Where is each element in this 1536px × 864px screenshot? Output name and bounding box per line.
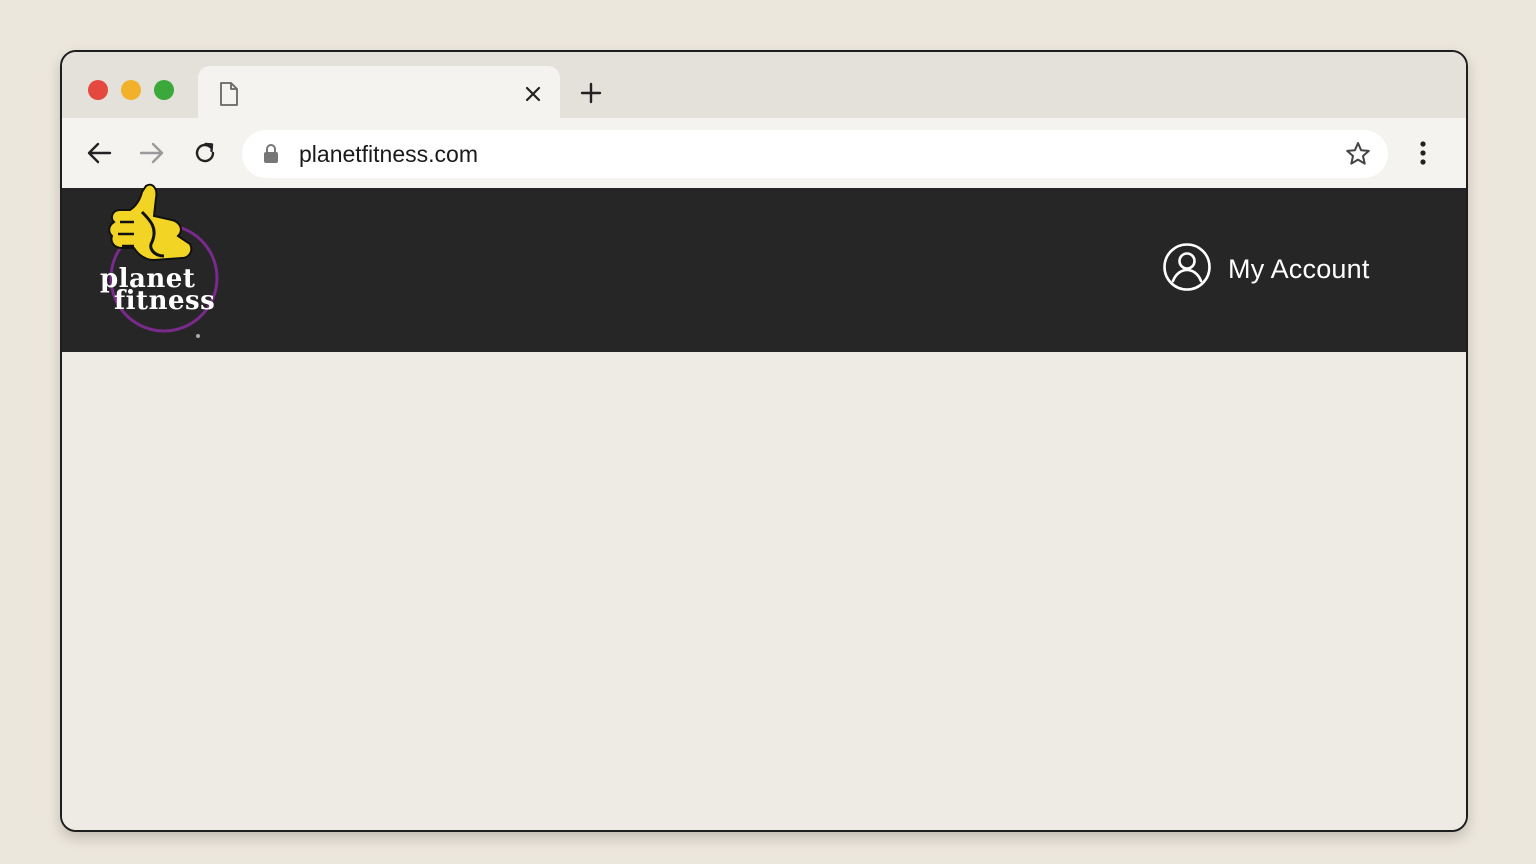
arrow-left-icon [87, 142, 112, 164]
logo-line-2: fitness [114, 286, 216, 316]
document-icon [218, 81, 240, 112]
url-text[interactable]: planetfitness.com [299, 141, 478, 167]
new-tab-button[interactable] [576, 78, 606, 108]
tab-close-button[interactable] [520, 81, 546, 107]
my-account-link[interactable]: My Account [1162, 242, 1370, 297]
reload-icon [195, 142, 215, 163]
address-bar[interactable]: planetfitness.com [242, 130, 1388, 178]
lock-icon [262, 143, 280, 170]
page-content [62, 352, 1466, 830]
forward-button[interactable] [137, 138, 167, 168]
browser-menu-button[interactable] [1408, 138, 1438, 168]
close-window-button[interactable] [88, 80, 108, 100]
site-header: planet fitness My Account [62, 183, 1466, 498]
browser-window: planetfitness.com planet fitness My Acco… [60, 50, 1468, 832]
logo-wordmark: planet fitness [100, 266, 216, 316]
my-account-label: My Account [1228, 253, 1370, 284]
reload-button[interactable] [190, 138, 220, 168]
planet-fitness-logo[interactable]: planet fitness [94, 182, 234, 348]
arrow-right-icon [139, 142, 164, 164]
more-vertical-icon [1420, 141, 1426, 165]
close-icon [525, 86, 541, 102]
plus-icon [580, 82, 602, 104]
back-button[interactable] [84, 138, 114, 168]
maximize-window-button[interactable] [154, 80, 174, 100]
tab-strip [62, 52, 1466, 120]
bookmark-star-icon[interactable] [1344, 140, 1372, 173]
user-circle-icon [1162, 242, 1212, 297]
browser-tab[interactable] [198, 66, 560, 120]
minimize-window-button[interactable] [121, 80, 141, 100]
browser-toolbar: planetfitness.com [62, 118, 1466, 188]
